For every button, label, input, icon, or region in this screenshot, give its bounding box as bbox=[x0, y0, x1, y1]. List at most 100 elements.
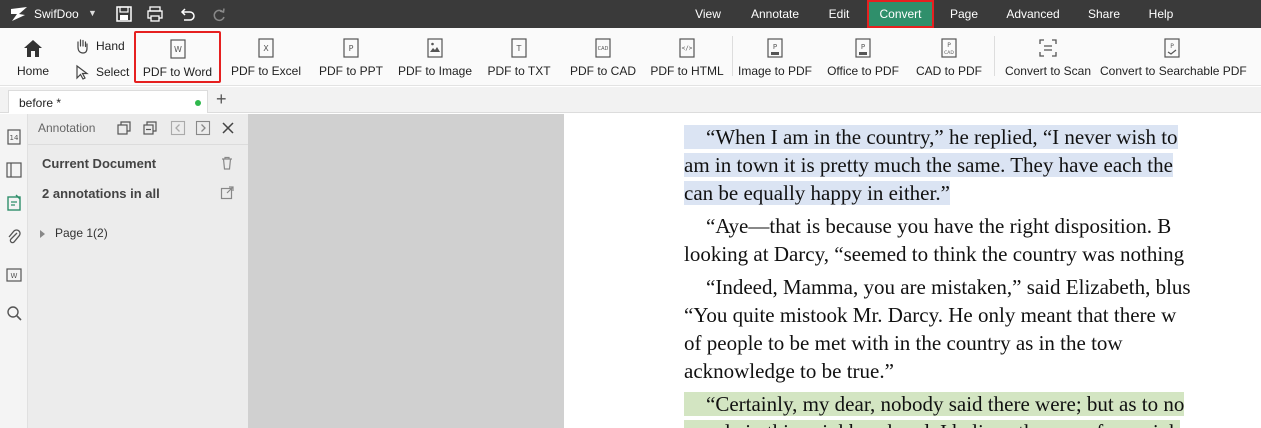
text-line: “Aye—that is because you have the right … bbox=[706, 214, 1172, 238]
menu-help[interactable]: Help bbox=[1142, 0, 1180, 28]
text-line: acknowledge to be true.” bbox=[684, 359, 894, 383]
text-line: can be equally happy in either.” bbox=[684, 179, 1261, 207]
pdf-to-cad-label: PDF to CAD bbox=[569, 64, 636, 78]
paragraph-2: “Aye—that is because you have the right … bbox=[684, 212, 1261, 268]
text-line: of people to be met with in the country … bbox=[684, 331, 1123, 355]
svg-text:X: X bbox=[263, 44, 269, 53]
app-menu-chevron-icon[interactable]: ▼ bbox=[88, 8, 97, 18]
pdf-to-image-button[interactable]: PDF to Image bbox=[395, 28, 475, 84]
paragraph-1: “When I am in the country,” he replied, … bbox=[684, 123, 1261, 207]
text-line: “When I am in the country,” he replied, … bbox=[684, 123, 1261, 151]
pdf-to-html-button[interactable]: </> PDF to HTML bbox=[648, 28, 726, 84]
text-line: am in town it is pretty much the same. T… bbox=[684, 151, 1261, 179]
app-name[interactable]: SwifDoo bbox=[34, 7, 79, 21]
svg-text:CAD: CAD bbox=[944, 50, 954, 56]
svg-text:P: P bbox=[947, 42, 951, 49]
tree-node-page-1[interactable]: Page 1(2) bbox=[40, 226, 108, 240]
expand-all-icon[interactable] bbox=[116, 120, 132, 136]
redo-icon[interactable] bbox=[210, 5, 228, 23]
paragraph-4: “Certainly, my dear, nobody said there w… bbox=[684, 390, 1261, 428]
document-tab-title: before * bbox=[19, 96, 62, 110]
convert-to-scan-label: Convert to Scan bbox=[1004, 64, 1092, 78]
pdf-to-cad-icon: CAD bbox=[595, 38, 611, 58]
menu-annotate[interactable]: Annotate bbox=[742, 0, 808, 28]
swifdoo-logo-icon bbox=[11, 7, 27, 21]
annotation-panel-icon[interactable] bbox=[5, 194, 23, 212]
expand-triangle-icon[interactable] bbox=[40, 229, 45, 238]
export-annotations-icon[interactable] bbox=[220, 186, 234, 200]
pdf-to-ppt-button[interactable]: P PDF to PPT bbox=[316, 28, 386, 84]
svg-text:P: P bbox=[349, 44, 354, 53]
menu-convert[interactable]: Convert bbox=[867, 0, 934, 28]
collapse-all-icon[interactable] bbox=[142, 120, 158, 136]
unsaved-dot-icon bbox=[195, 100, 201, 106]
blue-highlight-annotation[interactable]: “When I am in the country,” he replied, … bbox=[684, 125, 1178, 149]
bookmark-panel-icon[interactable] bbox=[5, 161, 23, 179]
image-to-pdf-label: Image to PDF bbox=[737, 64, 813, 78]
pdf-to-txt-icon: T bbox=[511, 38, 527, 58]
undo-icon[interactable] bbox=[178, 5, 196, 23]
text-line: “You quite mistook Mr. Darcy. He only me… bbox=[684, 303, 1177, 327]
cad-to-pdf-button[interactable]: P CAD CAD to PDF bbox=[913, 28, 985, 84]
pdf-to-word-button[interactable]: W PDF to Word bbox=[134, 31, 221, 83]
pdf-to-cad-button[interactable]: CAD PDF to CAD bbox=[566, 28, 640, 84]
home-button[interactable]: Home bbox=[10, 28, 56, 84]
annotation-panel-title: Annotation bbox=[38, 121, 96, 135]
delete-trash-icon[interactable] bbox=[220, 156, 234, 170]
blue-highlight-annotation[interactable]: am in town it is pretty much the same. T… bbox=[684, 153, 1173, 177]
image-to-pdf-button[interactable]: P Image to PDF bbox=[737, 28, 813, 84]
office-to-pdf-button[interactable]: P Office to PDF bbox=[824, 28, 902, 84]
save-icon[interactable] bbox=[115, 5, 133, 23]
convert-to-searchable-pdf-button[interactable]: P Convert to Searchable PDF bbox=[1100, 28, 1247, 84]
pdf-to-word-icon: W bbox=[169, 39, 186, 59]
green-highlight-annotation[interactable]: “Certainly, my dear, nobody said there w… bbox=[684, 392, 1185, 416]
menu-advanced[interactable]: Advanced bbox=[999, 0, 1067, 28]
svg-text:</>: </> bbox=[682, 45, 693, 52]
search-icon[interactable] bbox=[5, 304, 23, 322]
previous-annotation-icon[interactable] bbox=[170, 120, 186, 136]
current-document-label: Current Document bbox=[42, 156, 157, 171]
pdf-to-ppt-icon: P bbox=[343, 38, 359, 58]
pdf-to-image-icon bbox=[427, 38, 443, 58]
hand-tool-button[interactable]: Hand bbox=[74, 36, 134, 56]
add-tab-plus-icon[interactable]: + bbox=[216, 89, 227, 110]
menu-page[interactable]: Page bbox=[944, 0, 984, 28]
text-line: people in this neighbourhood. I believe … bbox=[684, 418, 1261, 428]
pdf-to-excel-label: PDF to Excel bbox=[230, 64, 302, 78]
document-gutter bbox=[248, 114, 564, 428]
cursor-icon bbox=[76, 64, 89, 80]
text-line: “Indeed, Mamma, you are mistaken,” said … bbox=[706, 275, 1191, 299]
annotation-count-label: 2 annotations in all bbox=[42, 186, 160, 201]
close-icon[interactable] bbox=[220, 120, 236, 136]
office-to-pdf-label: Office to PDF bbox=[827, 64, 899, 78]
green-highlight-annotation[interactable]: people in this neighbourhood. I believe … bbox=[684, 420, 1180, 428]
select-tool-button[interactable]: Select bbox=[74, 62, 134, 82]
paragraph-3: “Indeed, Mamma, you are mistaken,” said … bbox=[684, 273, 1261, 385]
menu-view[interactable]: View bbox=[688, 0, 728, 28]
left-icon-rail: 14 W bbox=[0, 114, 28, 428]
menu-share[interactable]: Share bbox=[1083, 0, 1125, 28]
hand-icon bbox=[77, 39, 88, 54]
menu-edit[interactable]: Edit bbox=[822, 0, 856, 28]
convert-to-scan-button[interactable]: Convert to Scan bbox=[1002, 28, 1094, 84]
svg-text:CAD: CAD bbox=[598, 46, 609, 52]
thumbnails-icon[interactable]: 14 bbox=[5, 128, 23, 146]
hand-label: Hand bbox=[96, 39, 125, 53]
pdf-to-excel-icon: X bbox=[258, 38, 274, 58]
ribbon-separator bbox=[732, 36, 733, 76]
pdf-to-txt-button[interactable]: T PDF to TXT bbox=[485, 28, 553, 84]
office-to-pdf-icon: P bbox=[855, 38, 871, 58]
print-icon[interactable] bbox=[146, 5, 164, 23]
pdf-to-excel-button[interactable]: X PDF to Excel bbox=[228, 28, 304, 84]
blue-highlight-annotation[interactable]: can be equally happy in either.” bbox=[684, 181, 950, 205]
attachment-icon[interactable] bbox=[5, 228, 23, 246]
tree-node-label: Page 1(2) bbox=[55, 226, 108, 240]
document-tab[interactable]: before * bbox=[8, 90, 208, 113]
select-label: Select bbox=[96, 65, 130, 79]
word-count-icon[interactable]: W bbox=[5, 266, 23, 284]
svg-text:P: P bbox=[1170, 43, 1174, 50]
home-label: Home bbox=[16, 64, 49, 78]
convert-ribbon: Home Hand Select W PDF to Word X PDF to … bbox=[0, 28, 1261, 86]
pdf-to-html-icon: </> bbox=[679, 38, 695, 58]
next-annotation-icon[interactable] bbox=[195, 120, 211, 136]
